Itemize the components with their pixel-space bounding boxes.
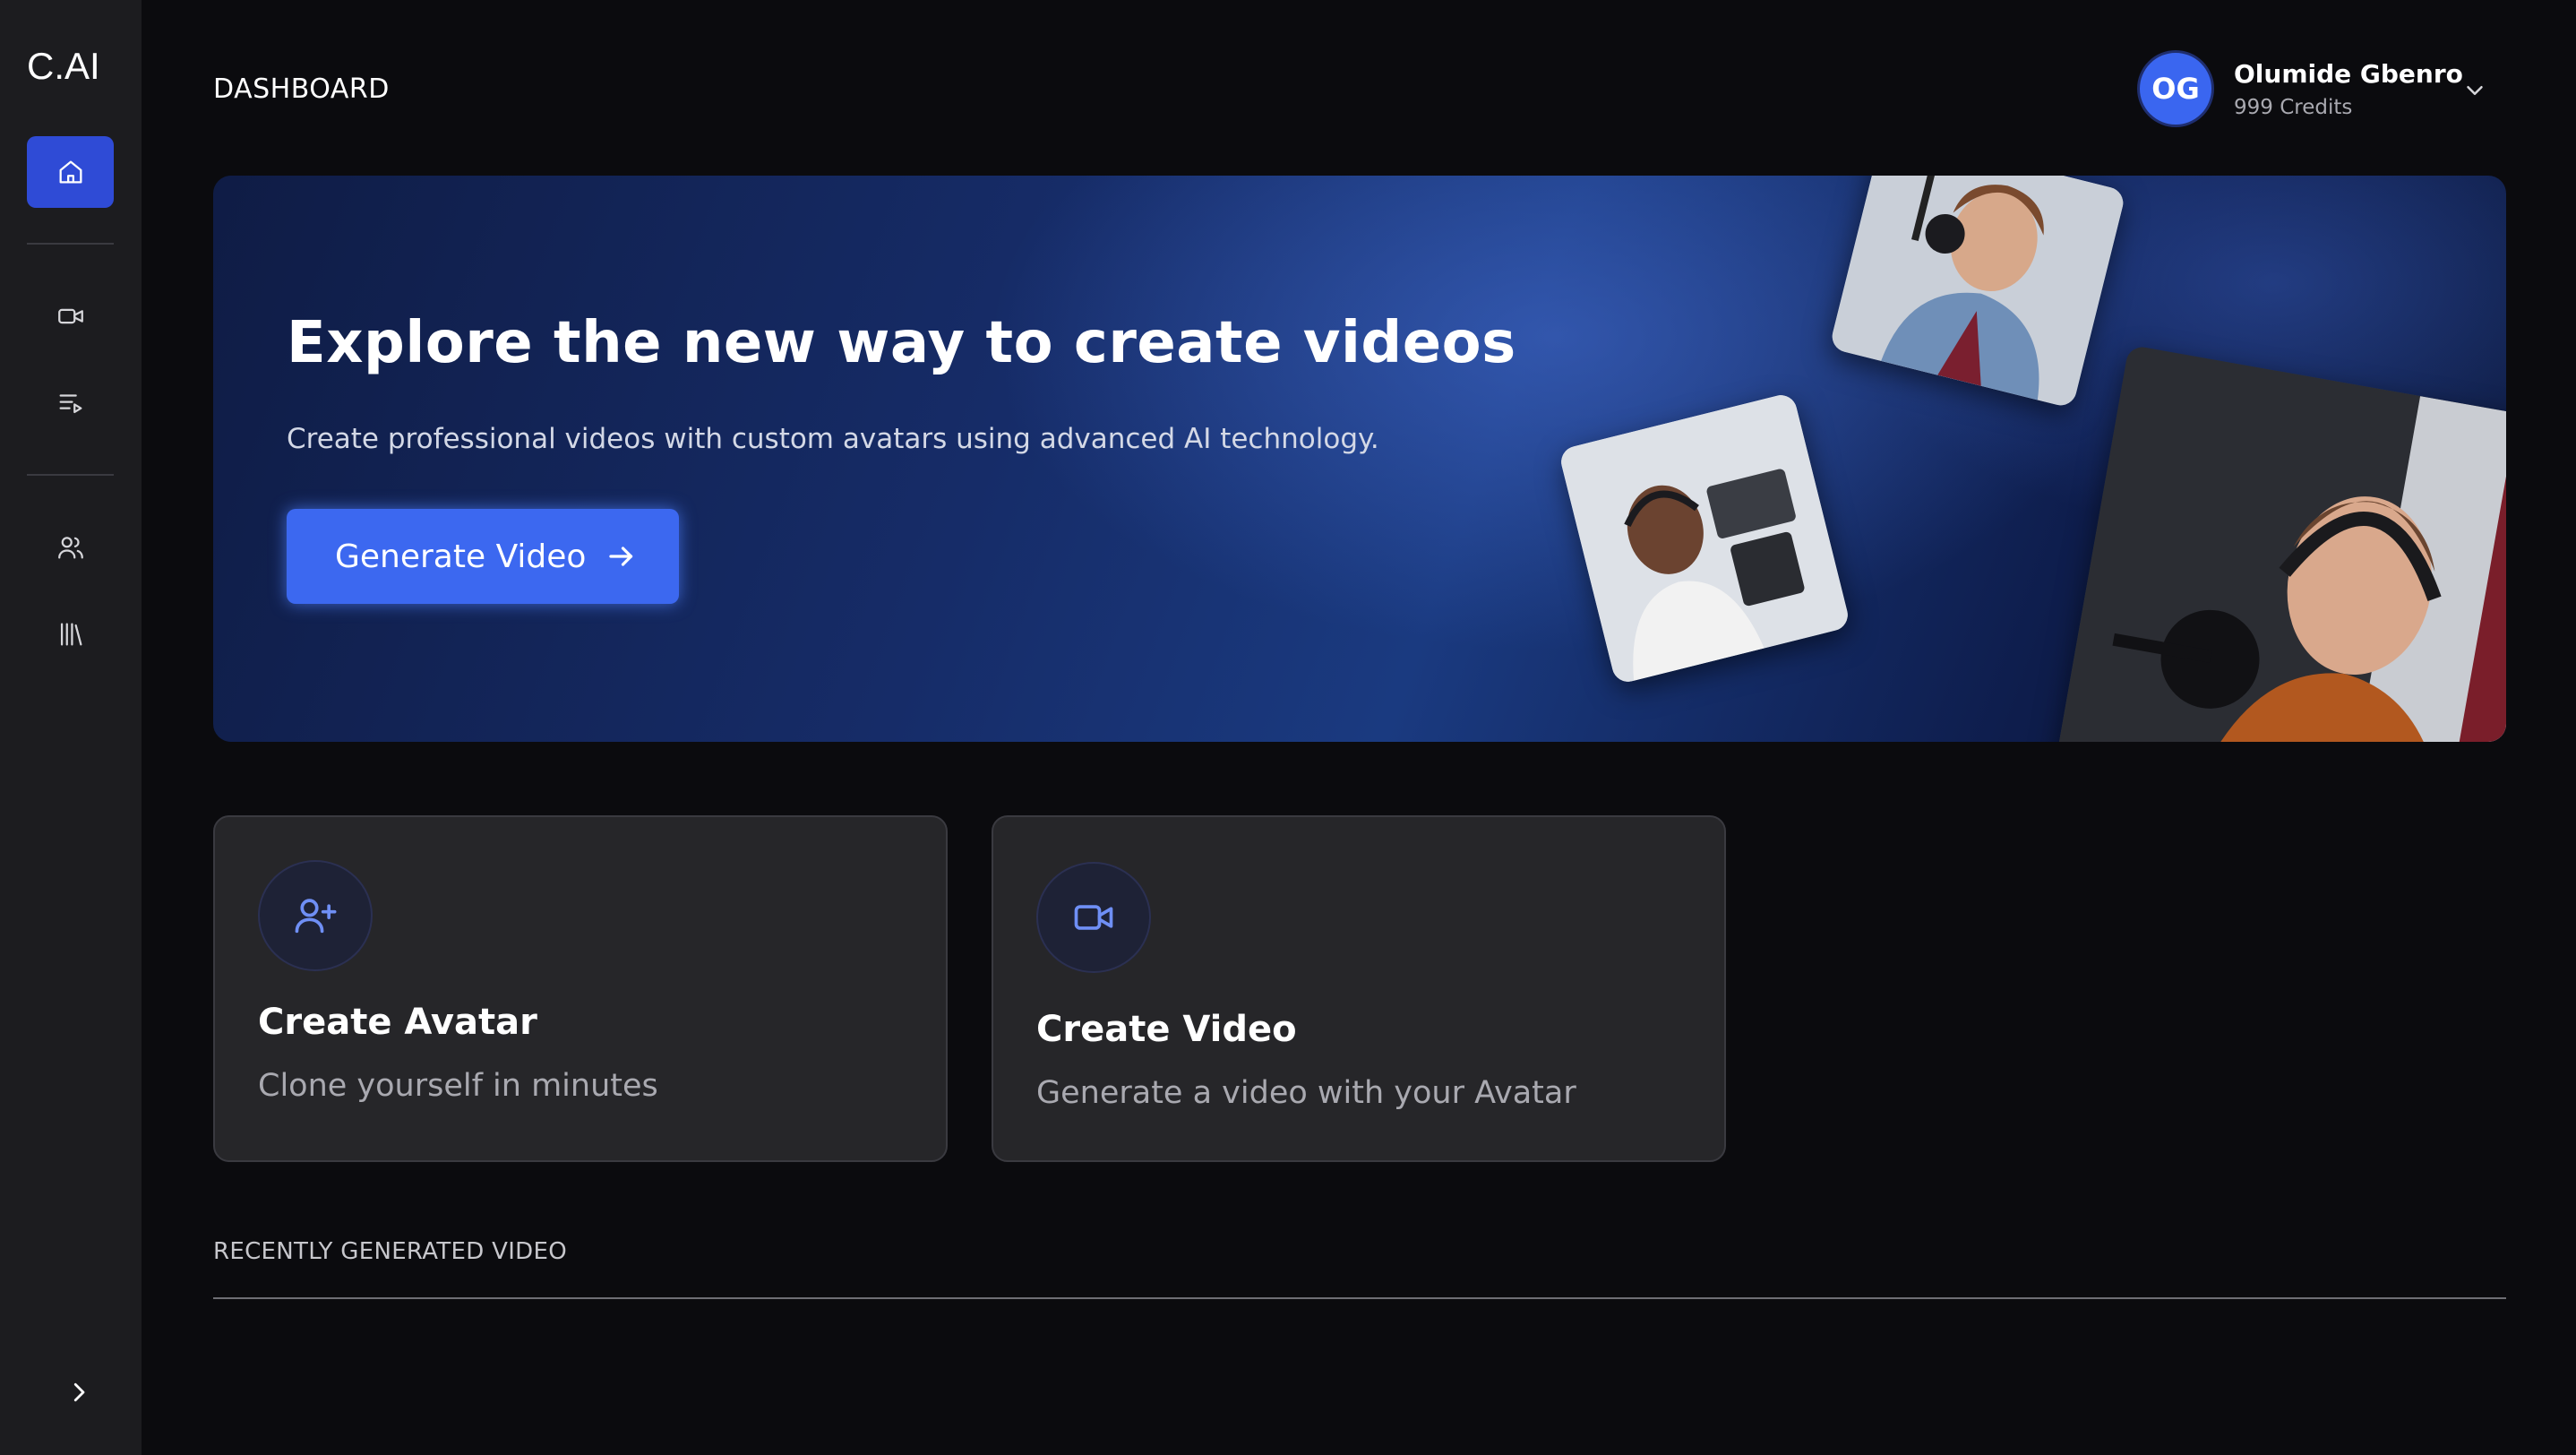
page-title: DASHBOARD bbox=[213, 73, 390, 105]
user-credits: 999 Credits bbox=[2234, 96, 2463, 119]
sidebar: C.AI bbox=[0, 0, 142, 1455]
library-icon bbox=[56, 619, 86, 650]
chevron-down-icon[interactable] bbox=[2461, 77, 2488, 104]
recent-divider bbox=[213, 1297, 2506, 1299]
generate-video-button[interactable]: Generate Video bbox=[287, 509, 679, 604]
avatar: OG bbox=[2137, 50, 2214, 127]
user-menu[interactable]: OG Olumide Gbenro 999 Credits bbox=[2137, 50, 2495, 127]
hero-subtitle: Create professional videos with custom a… bbox=[287, 423, 1379, 455]
sidebar-item-playlist[interactable] bbox=[27, 367, 114, 439]
playlist-icon bbox=[56, 388, 86, 418]
sidebar-expand-button[interactable] bbox=[61, 1374, 97, 1410]
sidebar-item-videos[interactable] bbox=[27, 280, 114, 352]
chevron-right-icon bbox=[65, 1379, 92, 1406]
hero-photo-podcaster-man-headphones bbox=[2048, 345, 2506, 742]
card-title: Create Avatar bbox=[258, 1002, 537, 1043]
create-avatar-card[interactable]: Create Avatar Clone yourself in minutes bbox=[213, 815, 948, 1162]
home-icon bbox=[56, 157, 86, 187]
user-plus-icon bbox=[292, 892, 339, 939]
recent-section-title: RECENTLY GENERATED VIDEO bbox=[213, 1238, 567, 1265]
arrow-right-icon bbox=[605, 540, 638, 573]
sidebar-item-home[interactable] bbox=[27, 136, 114, 208]
sidebar-item-avatars[interactable] bbox=[27, 512, 114, 583]
user-info: Olumide Gbenro 999 Credits bbox=[2234, 59, 2463, 119]
hero-banner: Explore the new way to create videos Cre… bbox=[213, 176, 2506, 742]
video-camera-icon bbox=[1070, 894, 1117, 941]
sidebar-divider bbox=[27, 243, 114, 245]
generate-video-button-label: Generate Video bbox=[335, 538, 586, 575]
users-icon bbox=[56, 532, 86, 563]
sidebar-divider bbox=[27, 474, 114, 476]
logo: C.AI bbox=[27, 45, 100, 88]
video-camera-icon bbox=[56, 301, 86, 331]
create-video-card[interactable]: Create Video Generate a video with your … bbox=[992, 815, 1726, 1162]
card-title: Create Video bbox=[1036, 1009, 1297, 1050]
hero-title: Explore the new way to create videos bbox=[287, 310, 1516, 376]
hero-photo-podcaster-man-smiling bbox=[1558, 392, 1850, 684]
create-video-icon-wrap bbox=[1036, 862, 1151, 973]
create-avatar-icon-wrap bbox=[258, 860, 373, 971]
user-name: Olumide Gbenro bbox=[2234, 59, 2463, 89]
app: C.AI bbox=[0, 0, 2576, 1455]
card-description: Generate a video with your Avatar bbox=[1036, 1075, 1576, 1111]
sidebar-item-library[interactable] bbox=[27, 598, 114, 670]
hero-photo-podcaster-woman bbox=[1829, 176, 2126, 409]
card-description: Clone yourself in minutes bbox=[258, 1068, 658, 1104]
